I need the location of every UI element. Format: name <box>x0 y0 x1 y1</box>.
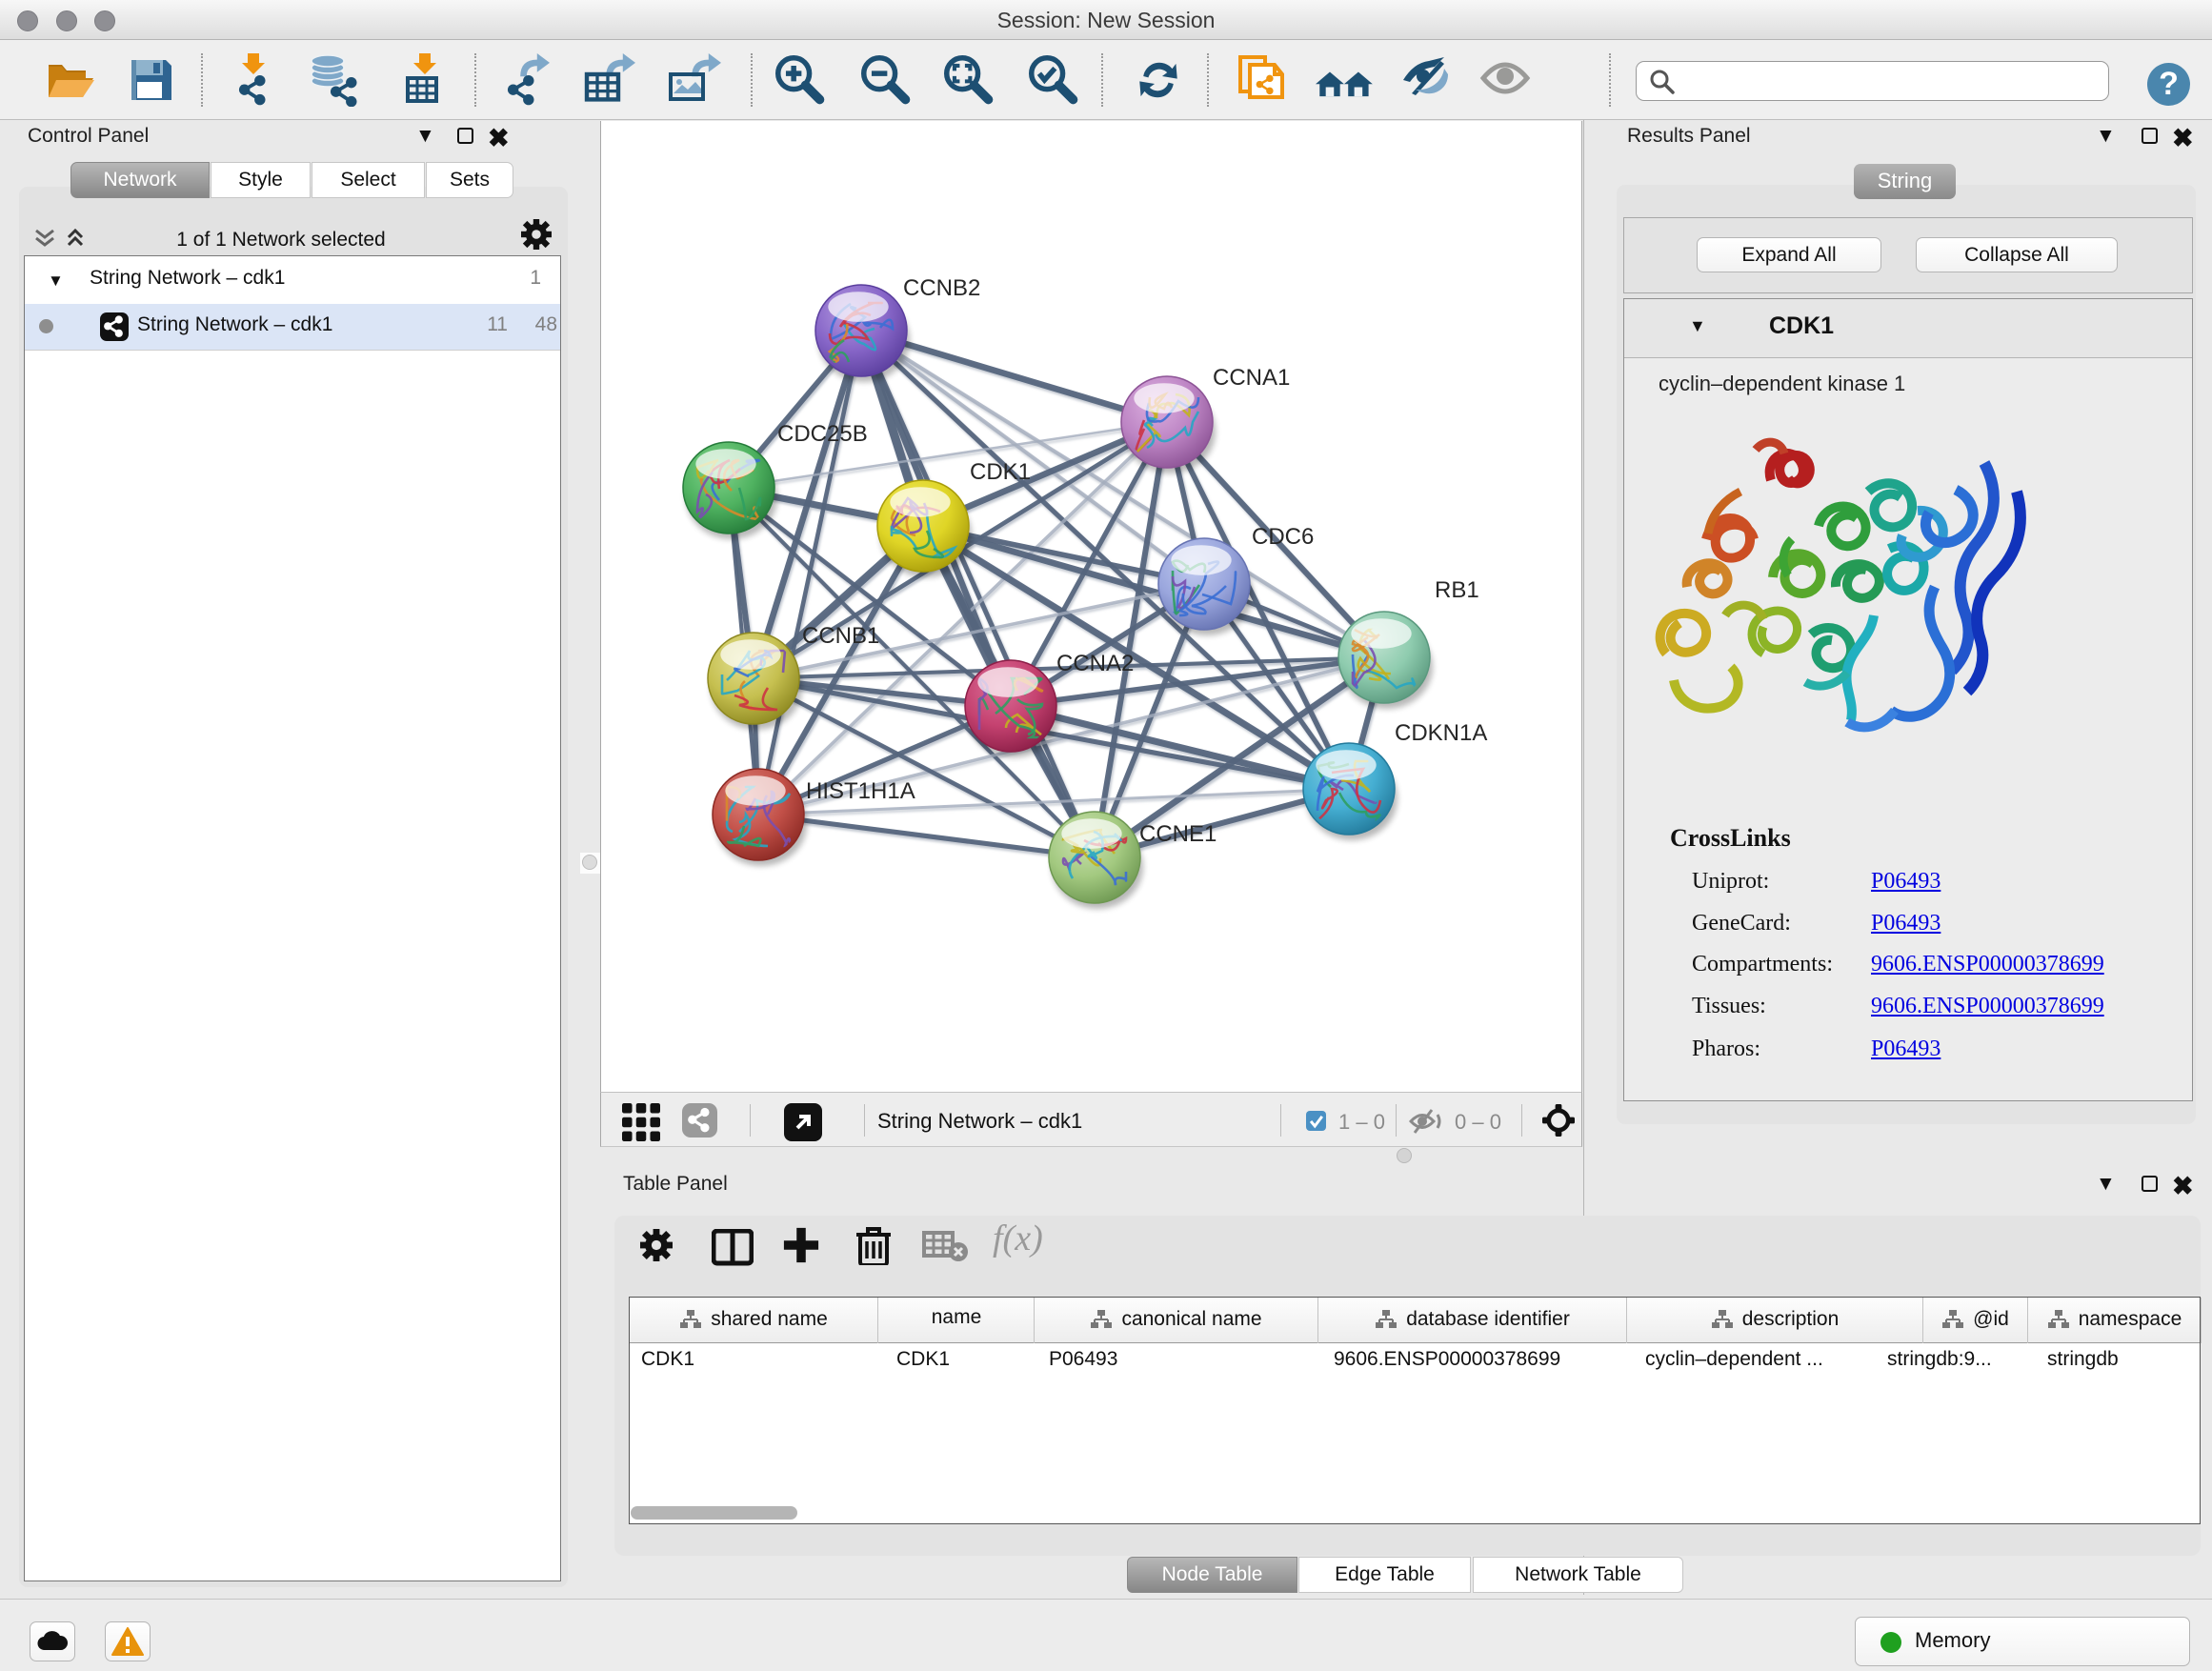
svg-text:CDK1: CDK1 <box>970 459 1031 485</box>
svg-text:CCNB2: CCNB2 <box>903 275 980 301</box>
svg-text:RB1: RB1 <box>1435 577 1479 603</box>
svg-text:CCNA1: CCNA1 <box>1213 365 1290 391</box>
svg-text:CDKN1A: CDKN1A <box>1395 720 1487 746</box>
svg-text:CCNB1: CCNB1 <box>802 623 879 649</box>
svg-text:CCNE1: CCNE1 <box>1139 821 1217 847</box>
svg-text:CCNA2: CCNA2 <box>1056 651 1134 676</box>
svg-text:HIST1H1A: HIST1H1A <box>806 778 915 804</box>
svg-text:CDC25B: CDC25B <box>777 421 868 447</box>
svg-text:CDC6: CDC6 <box>1252 524 1314 550</box>
